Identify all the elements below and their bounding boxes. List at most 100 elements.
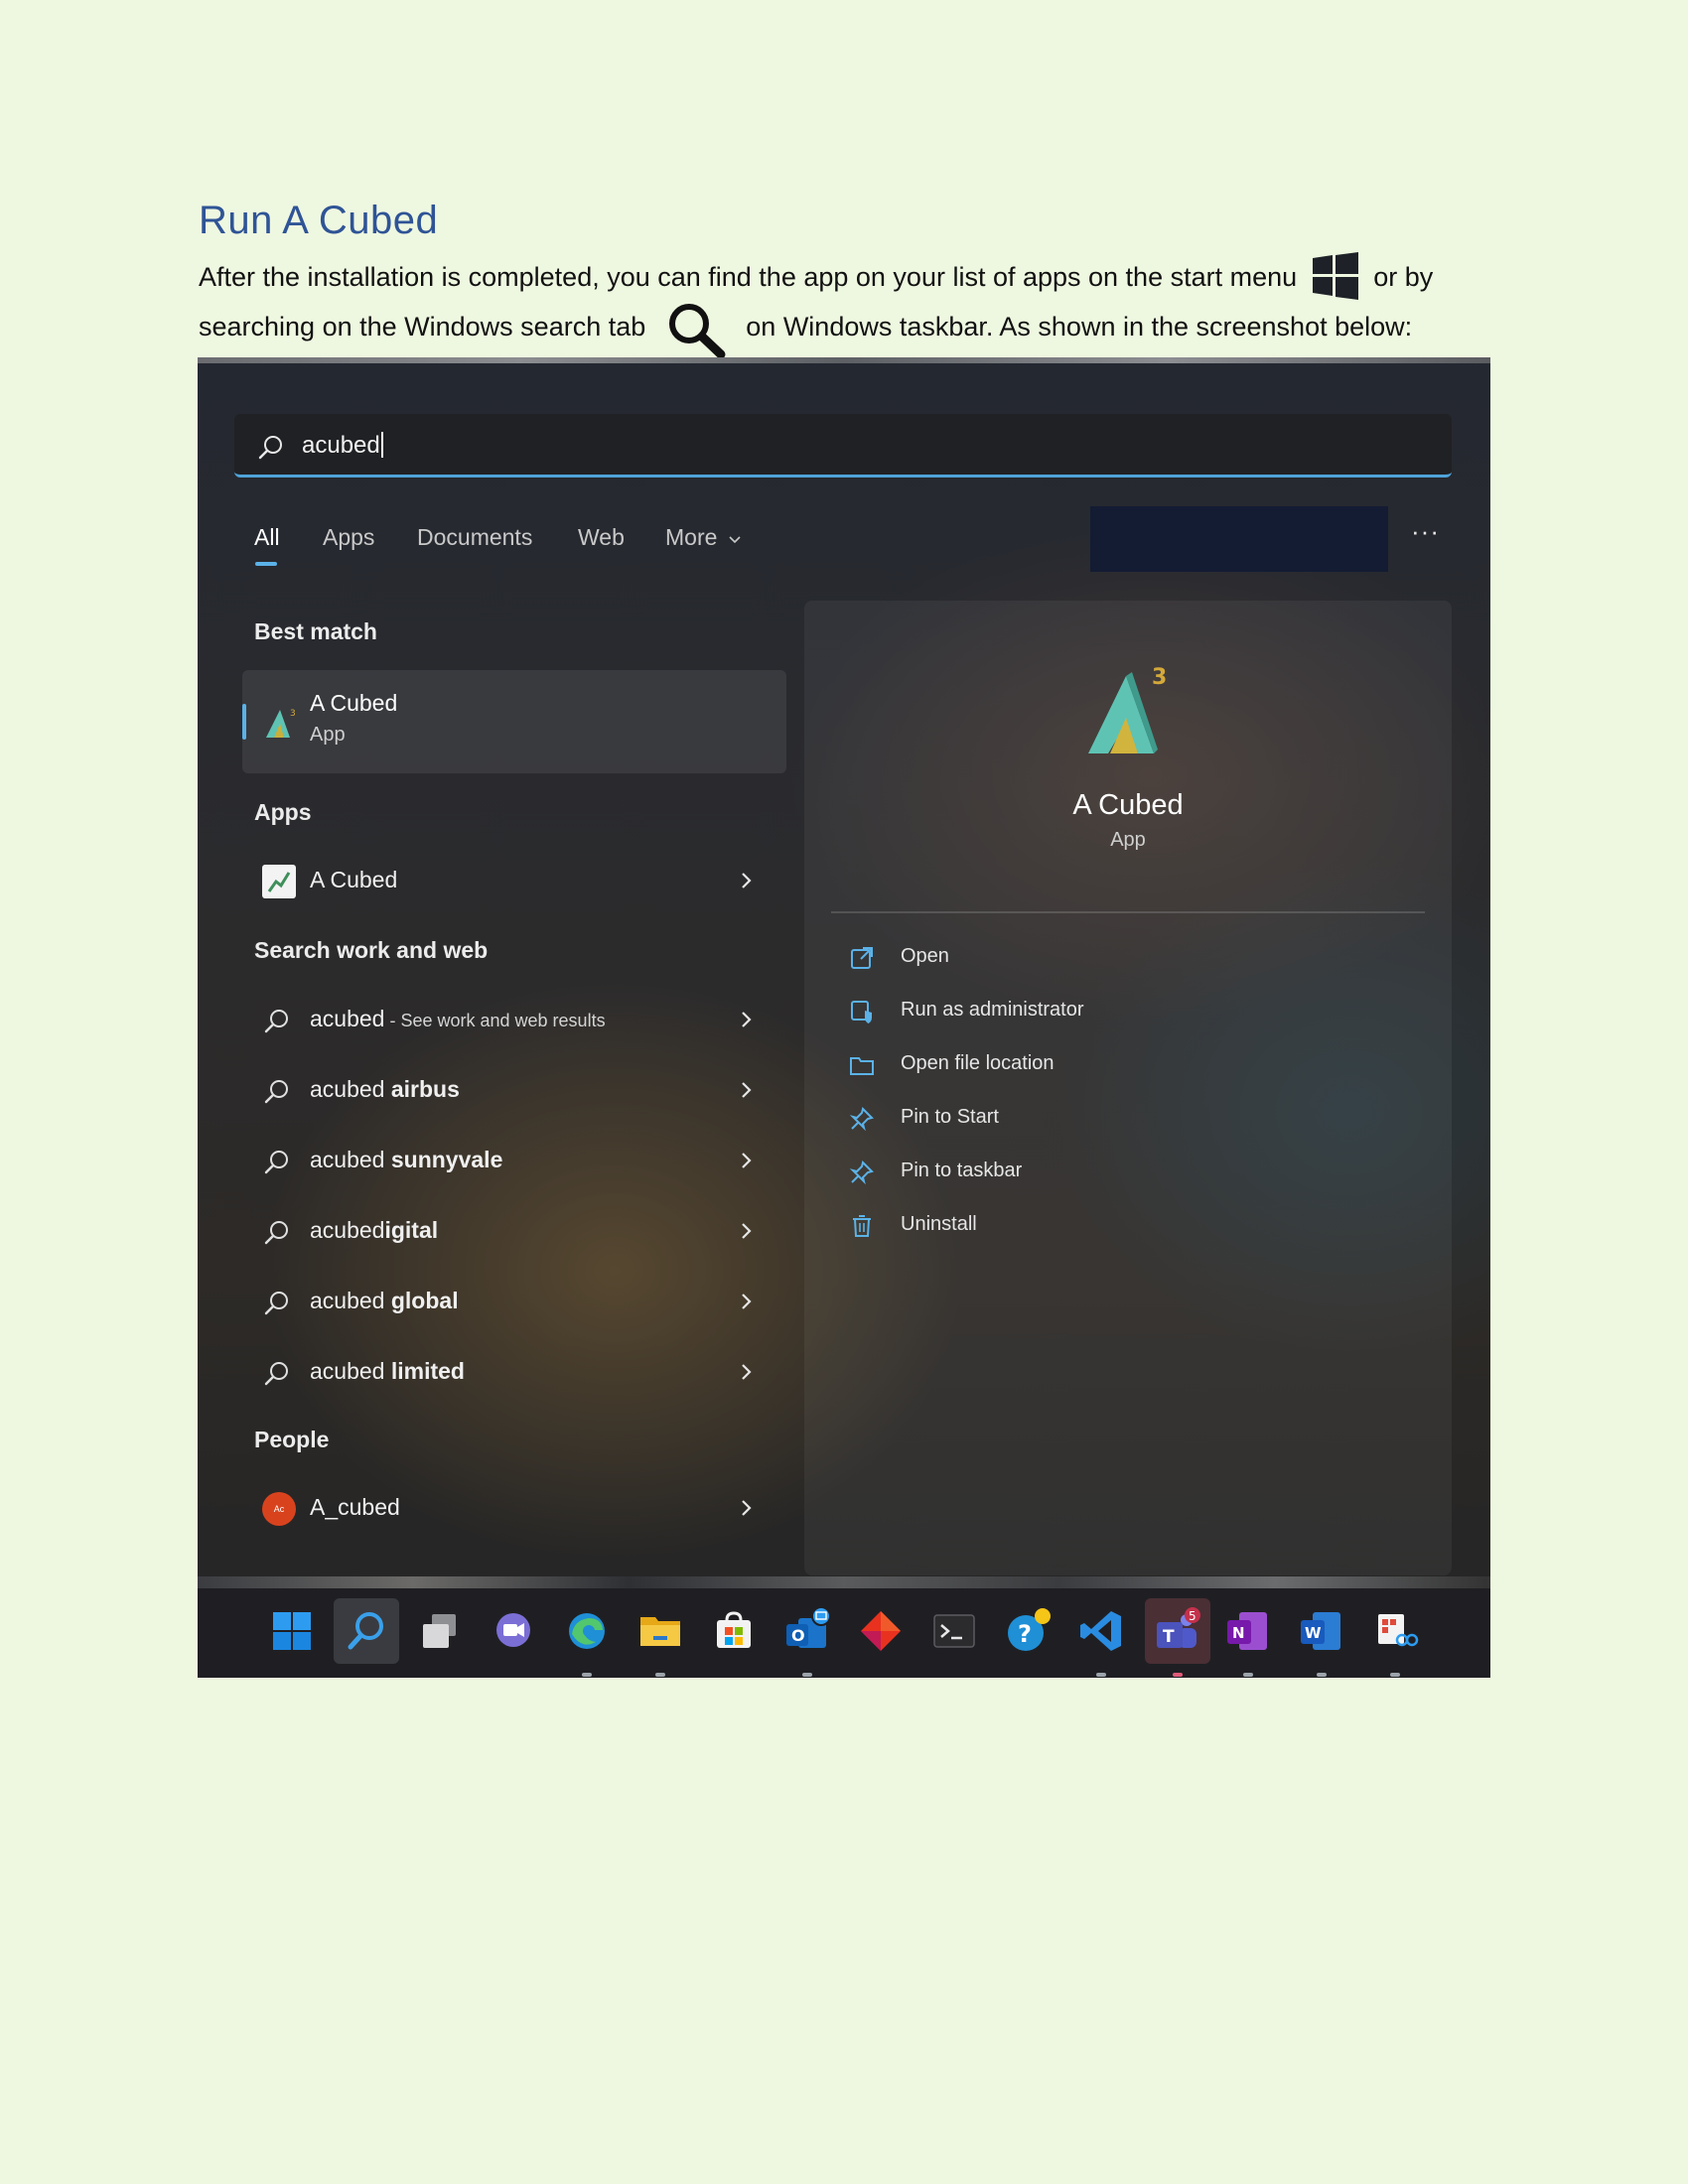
detail-app-type: App [1110, 829, 1146, 851]
tab-documents[interactable]: Documents [417, 524, 532, 551]
web-result-prefix: acubed [310, 1076, 391, 1102]
web-result-completion: airbus [390, 1076, 460, 1102]
search-icon [264, 1080, 288, 1104]
web-result-prefix: acubed [310, 1288, 391, 1313]
chat-icon[interactable] [489, 1606, 538, 1656]
vscode-icon[interactable] [1076, 1606, 1126, 1656]
chevron-right-icon [742, 1294, 752, 1309]
action-label: Pin to Start [901, 1106, 999, 1128]
best-match-name: A Cubed [310, 690, 398, 716]
git-icon[interactable] [856, 1606, 906, 1656]
snipping-icon[interactable] [1370, 1606, 1420, 1656]
action-label: Run as administrator [901, 999, 1084, 1021]
web-result-5[interactable]: acubed global [242, 1274, 786, 1329]
more-options-icon[interactable]: ··· [1411, 516, 1440, 547]
teams-icon[interactable]: T5 [1153, 1606, 1202, 1656]
people-result-a-cubed[interactable]: Ac A_cubed [242, 1480, 786, 1536]
web-result-4[interactable]: acubedigital [242, 1203, 786, 1259]
running-indicator [1317, 1673, 1327, 1677]
chevron-down-icon [729, 536, 741, 544]
running-indicator [1390, 1673, 1400, 1677]
best-match-item[interactable]: 3 A Cubed App [242, 670, 786, 773]
windows-logo-icon [1311, 252, 1360, 300]
apps-heading: Apps [254, 799, 312, 825]
web-result-prefix: acubed [310, 1147, 391, 1172]
web-result-completion: igital [384, 1217, 439, 1243]
chevron-right-icon [742, 1153, 752, 1168]
web-result-3[interactable]: acubed sunnyvale [242, 1133, 786, 1188]
document-paragraph: After the installation is completed, you… [199, 252, 1489, 359]
web-result-1[interactable]: acubed - See work and web results [242, 992, 786, 1047]
wallpaper-strip [198, 357, 1490, 363]
tab-all[interactable]: All [254, 524, 280, 551]
document-heading: Run A Cubed [199, 199, 439, 242]
web-result-2[interactable]: acubed airbus [242, 1062, 786, 1118]
a-cubed-logo-icon: 3 [264, 704, 300, 742]
svg-text:3: 3 [290, 709, 296, 719]
file-explorer-icon[interactable] [635, 1606, 685, 1656]
edge-icon[interactable] [562, 1606, 612, 1656]
task-view-icon[interactable] [415, 1606, 465, 1656]
running-indicator [802, 1673, 812, 1677]
open-icon [851, 947, 873, 969]
running-indicator [655, 1673, 665, 1677]
redacted-account-area [1090, 506, 1388, 572]
action-label: Open file location [901, 1052, 1055, 1074]
paragraph-text-3: on Windows taskbar. As shown in the scre… [746, 312, 1413, 341]
chevron-right-icon [742, 873, 752, 888]
action-pin-to-start[interactable]: Pin to Start [849, 1098, 1405, 1138]
chevron-right-icon [742, 1364, 752, 1380]
search-input[interactable]: acubed [234, 414, 1452, 478]
windows-search-screenshot: acubed All Apps Documents Web More ··· B… [198, 357, 1490, 1678]
pin-icon [849, 1160, 874, 1185]
svg-text:N: N [1232, 1624, 1245, 1642]
chevron-right-icon [742, 1223, 752, 1239]
web-result-completion: limited [390, 1358, 465, 1384]
action-uninstall[interactable]: Uninstall [849, 1205, 1405, 1245]
outlook-icon[interactable]: O [782, 1606, 832, 1656]
tab-apps[interactable]: Apps [323, 524, 374, 551]
a-cubed-logo-icon: 3 [1082, 662, 1178, 759]
people-result-name: A_cubed [310, 1494, 400, 1520]
windows-start-icon[interactable] [267, 1606, 317, 1656]
magnifier-icon [665, 300, 727, 359]
tab-more[interactable]: More [665, 524, 742, 551]
onenote-icon[interactable]: N [1223, 1606, 1273, 1656]
action-pin-to-taskbar[interactable]: Pin to taskbar [849, 1152, 1405, 1191]
detail-pane: 3 A Cubed App Open Run as administrator … [804, 601, 1452, 1575]
action-open[interactable]: Open [849, 937, 1405, 977]
paragraph-text-1: After the installation is completed, you… [199, 262, 1298, 292]
store-icon[interactable] [709, 1606, 759, 1656]
app-result-a-cubed[interactable]: A Cubed [242, 853, 786, 908]
detail-app-name: A Cubed [1072, 789, 1184, 821]
running-indicator [1173, 1673, 1183, 1677]
word-icon[interactable]: W [1297, 1606, 1346, 1656]
action-open-file-location[interactable]: Open file location [849, 1044, 1405, 1084]
web-result-prefix: acubed [310, 1358, 391, 1384]
divider [831, 911, 1425, 913]
search-icon [264, 1151, 288, 1174]
folder-icon [850, 1057, 874, 1075]
action-run-as-admin[interactable]: Run as administrator [849, 991, 1405, 1030]
a-cubed-app-icon [262, 865, 296, 898]
tab-more-label: More [665, 524, 718, 550]
running-indicator [1096, 1673, 1106, 1677]
tab-web[interactable]: Web [578, 524, 625, 551]
app-result-name: A Cubed [310, 867, 398, 892]
search-icon[interactable] [342, 1606, 391, 1656]
svg-text:T: T [1163, 1627, 1175, 1647]
help-icon[interactable]: ? [1003, 1606, 1053, 1656]
selection-indicator [242, 704, 246, 740]
search-icon [264, 1292, 288, 1315]
svg-text:W: W [1305, 1624, 1322, 1642]
search-query: acubed [302, 432, 380, 459]
web-result-completion: global [390, 1288, 459, 1313]
action-label: Uninstall [901, 1213, 977, 1235]
taskbar: O ? T5 N W [198, 1588, 1490, 1678]
web-result-hint: - See work and web results [384, 1011, 606, 1030]
svg-text:O: O [791, 1626, 805, 1645]
web-result-6[interactable]: acubed limited [242, 1344, 786, 1400]
search-icon [264, 1221, 288, 1245]
terminal-icon[interactable] [929, 1606, 979, 1656]
search-icon [264, 1010, 288, 1033]
